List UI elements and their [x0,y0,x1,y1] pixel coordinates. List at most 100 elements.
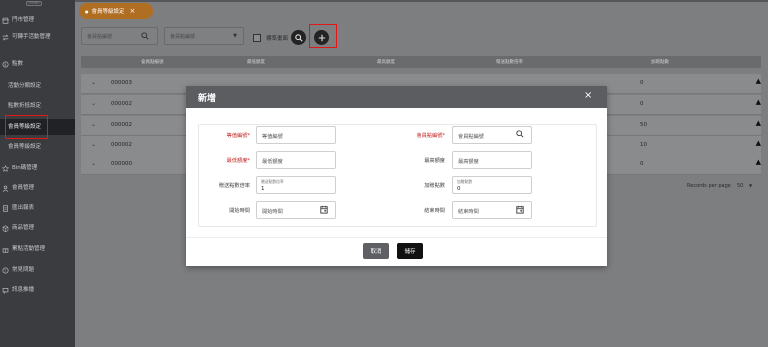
sidebar-item-products[interactable]: 商品管理 [0,220,75,236]
save-button[interactable]: 儲存 [397,243,423,259]
user-icon [2,185,9,192]
end-time-label: 結束時間 [424,208,445,214]
sidebar-item-transferable-activities[interactable]: 可轉手活動管理 [0,28,75,46]
product-icon [2,224,9,232]
star-icon [2,164,9,172]
search-icon[interactable] [516,130,524,138]
chevron-down-icon[interactable]: ⌄ [91,121,96,128]
table-header: 會員點編號 最低額度 最高額度 贈送點數倍率 加贈點數 [81,56,761,68]
level-code-label: 等值編號* [226,133,250,139]
pager-label: Records per page [687,183,731,189]
report-icon [3,204,8,212]
bonus-points-field[interactable]: 加贈點數 0 [452,176,532,194]
standard-view-checkbox[interactable] [253,34,261,42]
chevron-down-icon[interactable]: ⌄ [91,141,96,148]
dialog-header: 新增 × [186,86,607,108]
member-code-field[interactable]: 會員點編號 [452,126,532,144]
search-icon[interactable] [141,32,149,40]
table-header-cell: 加贈點數 [651,60,669,65]
select-placeholder: 會員點編號 [170,33,196,40]
sidebar-item-points-deduction[interactable]: 點數折抵設定 [0,98,75,114]
add-dialog: 新增 × 等值編號* 等值編號 會員點編號* 會員點編號 最低額度* 最低額度 … [186,86,607,266]
start-time-label: 開始時間 [229,208,250,214]
min-amount-field[interactable]: 最低額度 [256,151,336,169]
expand-caret-icon[interactable]: ▲ [756,77,761,85]
top-divider [75,0,768,2]
svg-text:$: $ [4,62,6,66]
expand-caret-icon[interactable]: ▲ [756,98,761,106]
sidebar-item-label: 累點活動管理 [12,245,46,252]
member-code-select[interactable]: 會員點編號 ▼ [164,27,244,45]
sidebar-item-label: 點數折抵設定 [8,102,42,109]
search-input[interactable]: 會員點編號 [81,27,158,45]
svg-text:?: ? [4,268,6,272]
checkbox-label: 標準畫面 [266,36,289,42]
sidebar-item-label: 商品管理 [12,224,35,231]
row-bonus: 0 [640,161,644,167]
expand-caret-icon[interactable]: ▲ [756,119,761,127]
multiplier-field[interactable]: 贈送點數倍率 1 [256,176,336,194]
multiplier-label: 贈送點數倍率 [218,183,250,189]
search-placeholder: 會員點編號 [87,33,113,40]
sidebar-item-label: 訊息推播 [12,286,35,293]
sidebar-item-faq[interactable]: ? 常見問題 [0,262,75,278]
plus-icon [318,34,325,41]
sidebar-item-bin-code[interactable]: Bin碼管理 [0,160,75,176]
tab-close-icon[interactable]: × [130,7,136,15]
sidebar-item-points-activities[interactable]: 累點活動管理 [0,241,75,257]
dialog-title: 新增 [198,94,217,104]
tab-label: 會員等級設定 [91,9,125,15]
level-code-placeholder: 等值編號 [262,133,283,140]
store-icon [2,17,9,24]
bonus-points-label: 加贈點數 [424,183,445,189]
table-header-cell: 最高額度 [377,60,395,65]
tab-member-level[interactable]: ● 會員等級設定 × [79,3,153,19]
chevron-down-icon[interactable]: ⌄ [91,79,96,86]
expand-caret-icon[interactable]: ▲ [756,139,761,147]
sidebar-item-points[interactable]: $ 點數 [0,56,75,72]
expand-caret-icon[interactable]: ▲ [756,158,761,166]
sidebar: COSMO 門市管理 可轉手活動管理 $ 點數 活動分類設定 點數折抵設定 會員… [0,0,75,347]
sidebar-item-label: 會員管理 [12,184,35,191]
dialog-form: 等值編號* 等值編號 會員點編號* 會員點編號 最低額度* 最低額度 最高額度 … [198,124,597,227]
chevron-down-icon[interactable]: ⌄ [91,160,96,167]
calendar-icon[interactable] [516,205,524,214]
close-icon[interactable]: × [584,90,592,101]
sidebar-item-members[interactable]: 會員管理 [0,180,75,196]
bonus-points-inner-label: 加贈點數 [457,178,473,184]
dot-icon: ● [85,8,89,14]
chevron-down-icon[interactable]: ⌄ [91,100,96,107]
sidebar-item-label: 會員等級設定 [8,123,42,130]
sidebar-item-stores[interactable]: 門市管理 [0,12,75,28]
member-code-label: 會員點編號* [416,133,445,139]
sidebar-item-activity-category[interactable]: 活動分類設定 [0,78,75,94]
calendar-icon[interactable] [320,205,328,214]
sidebar-item-member-level[interactable]: 會員等級設定 [0,119,75,135]
end-time-field[interactable]: 結束時間 [452,201,532,219]
swap-icon [2,33,9,41]
sidebar-item-push-message[interactable]: 訊息推播 [0,282,75,298]
add-button[interactable] [314,30,329,45]
row-code: 000003 [111,80,132,86]
max-amount-field[interactable]: 最高額度 [452,151,532,169]
level-code-field[interactable]: 等值編號 [256,126,336,144]
question-icon: ? [2,266,9,274]
cancel-button[interactable]: 取消 [363,243,389,259]
points-icon: $ [2,60,9,68]
records-per-page-select[interactable]: 50 [737,183,743,189]
sidebar-item-member-level-2[interactable]: 會員等級設定 [0,139,75,155]
start-time-field[interactable]: 開始時間 [256,201,336,219]
sidebar-item-label: 活動分類設定 [8,82,42,89]
min-amount-placeholder: 最低額度 [262,158,283,165]
search-button[interactable] [291,30,306,45]
multiplier-inner-label: 贈送點數倍率 [261,178,284,184]
row-bonus: 0 [640,101,644,107]
start-time-placeholder: 開始時間 [262,208,283,215]
sidebar-item-export-report[interactable]: 匯出報表 [0,200,75,216]
min-amount-label: 最低額度* [226,158,250,164]
message-icon [2,287,9,294]
row-code: 000002 [111,142,132,148]
sidebar-item-label: 常見問題 [12,266,35,273]
chevron-down-icon[interactable]: ▼ [749,183,752,188]
sidebar-item-label: 門市管理 [12,16,35,23]
